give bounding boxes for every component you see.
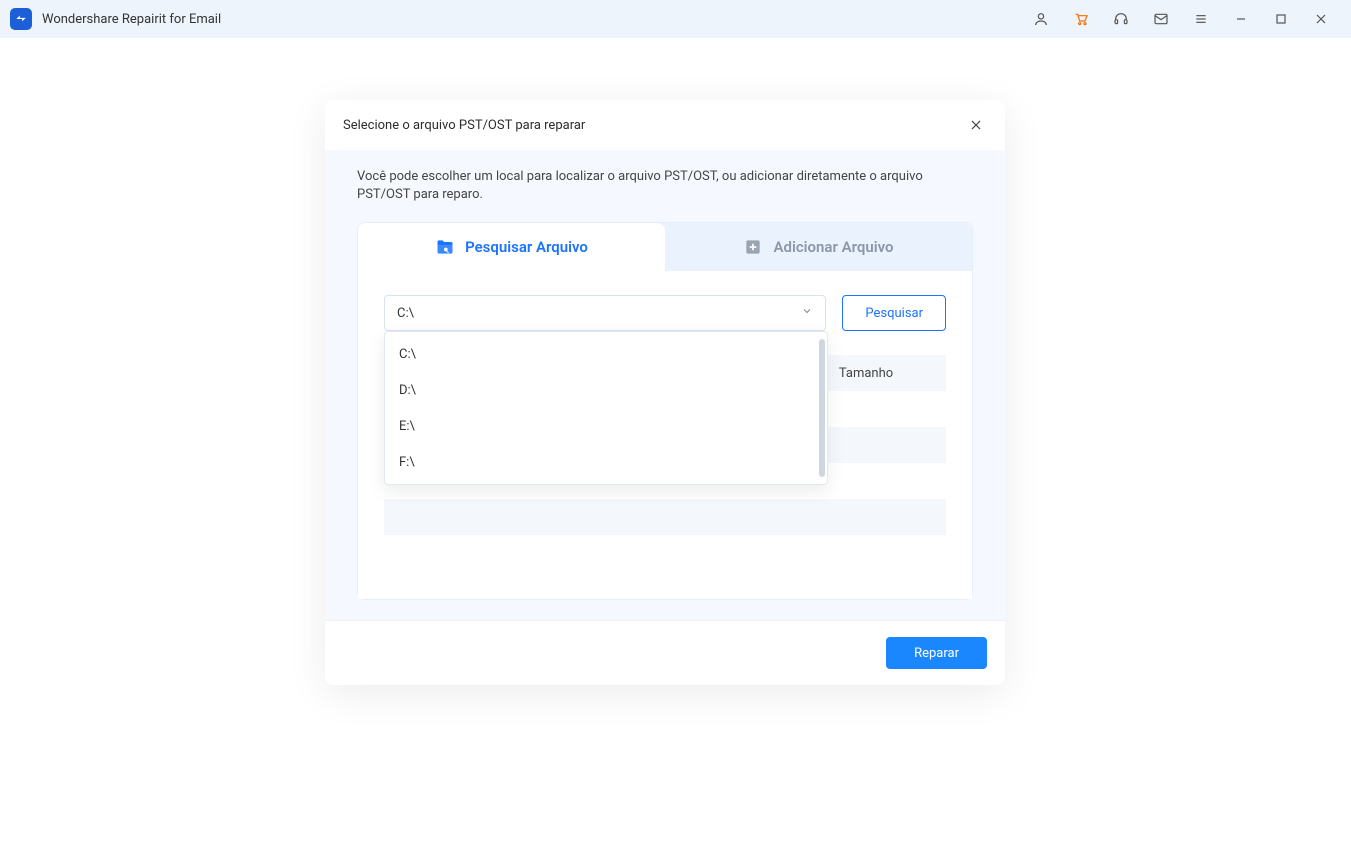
select-file-modal: Selecione o arquivo PST/OST para reparar… bbox=[325, 100, 1005, 685]
menu-icon[interactable] bbox=[1181, 0, 1221, 38]
drive-option[interactable]: F:\ bbox=[385, 444, 827, 480]
tab-search-label: Pesquisar Arquivo bbox=[465, 238, 588, 256]
window-close-icon[interactable] bbox=[1301, 0, 1341, 38]
drive-option[interactable]: D:\ bbox=[385, 372, 827, 408]
drive-dropdown: C:\ D:\ E:\ F:\ bbox=[384, 331, 828, 485]
drive-option[interactable]: E:\ bbox=[385, 408, 827, 444]
search-button[interactable]: Pesquisar bbox=[842, 295, 946, 331]
tab-strip: Pesquisar Arquivo Adicionar Arquivo bbox=[358, 223, 972, 271]
folder-search-icon bbox=[435, 237, 455, 257]
tab-add-label: Adicionar Arquivo bbox=[773, 238, 893, 256]
chevron-down-icon bbox=[801, 305, 813, 321]
tab-card: Pesquisar Arquivo Adicionar Arquivo C:\ bbox=[357, 222, 973, 600]
drive-select[interactable]: C:\ bbox=[384, 295, 826, 331]
repair-button[interactable]: Reparar bbox=[886, 637, 987, 669]
tab-add-file[interactable]: Adicionar Arquivo bbox=[665, 223, 972, 271]
tab-search-file[interactable]: Pesquisar Arquivo bbox=[358, 223, 665, 271]
titlebar-left: Wondershare Repairit for Email bbox=[10, 8, 221, 30]
window-minimize-icon[interactable] bbox=[1221, 0, 1261, 38]
modal-header: Selecione o arquivo PST/OST para reparar bbox=[325, 100, 1005, 150]
picker-row: C:\ Pesquisar bbox=[384, 295, 946, 331]
modal-description: Você pode escolher um local para localiz… bbox=[357, 168, 973, 204]
support-icon[interactable] bbox=[1101, 0, 1141, 38]
account-icon[interactable] bbox=[1021, 0, 1061, 38]
modal-title: Selecione o arquivo PST/OST para reparar bbox=[343, 118, 585, 133]
titlebar: Wondershare Repairit for Email bbox=[0, 0, 1351, 38]
plus-square-icon bbox=[743, 237, 763, 257]
drive-option[interactable]: C:\ bbox=[385, 336, 827, 372]
app-title: Wondershare Repairit for Email bbox=[42, 12, 221, 27]
modal-close-button[interactable] bbox=[965, 114, 987, 136]
modal-body: Você pode escolher um local para localiz… bbox=[325, 150, 1005, 620]
drive-selected-value: C:\ bbox=[397, 306, 414, 321]
window-maximize-icon[interactable] bbox=[1261, 0, 1301, 38]
scrollbar[interactable] bbox=[819, 339, 825, 477]
table-row bbox=[384, 535, 946, 571]
modal-footer: Reparar bbox=[325, 620, 1005, 685]
app-logo-icon bbox=[10, 8, 32, 30]
drive-dropdown-scroll[interactable]: C:\ D:\ E:\ F:\ bbox=[385, 336, 827, 480]
table-row bbox=[384, 499, 946, 535]
cart-icon[interactable] bbox=[1061, 0, 1101, 38]
mail-icon[interactable] bbox=[1141, 0, 1181, 38]
titlebar-right bbox=[1021, 0, 1341, 38]
